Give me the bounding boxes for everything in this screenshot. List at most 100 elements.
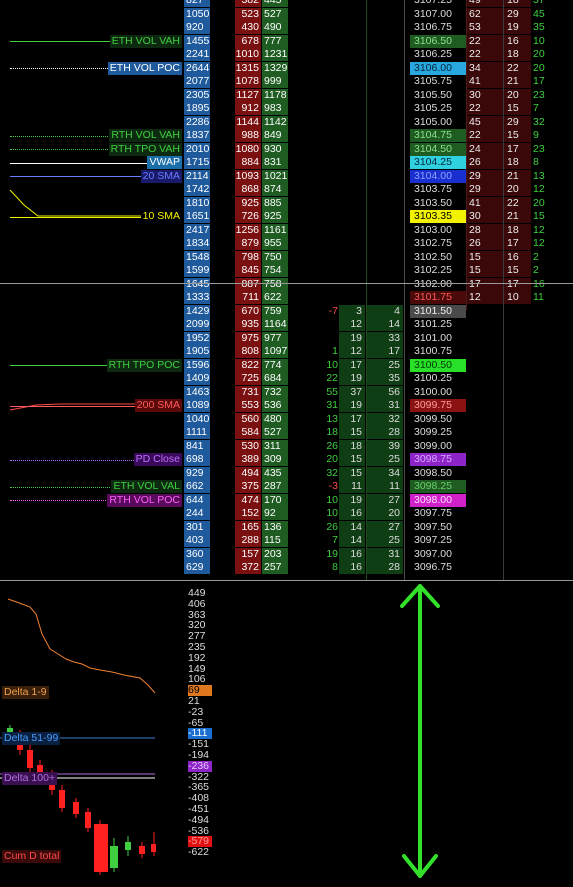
bid-size-cell[interactable]: 15 bbox=[339, 453, 365, 466]
ask-size-cell[interactable]: 25 bbox=[366, 534, 403, 547]
price-cell[interactable]: 3101.50 bbox=[410, 304, 466, 318]
bid-size-cell[interactable]: 19 bbox=[339, 399, 365, 412]
price-cell[interactable]: 3097.50 bbox=[410, 521, 466, 534]
price-cell[interactable]: 3103.35 bbox=[410, 210, 466, 223]
ask-size-cell[interactable]: 17 bbox=[366, 345, 403, 358]
price-cell[interactable]: 3099.75 bbox=[410, 399, 466, 412]
price-cell[interactable]: 3099.25 bbox=[410, 426, 466, 439]
ladder-row[interactable]: 301 165 136 3097.50 26 14 27 bbox=[0, 520, 573, 535]
price-cell[interactable]: 3100.50 bbox=[410, 358, 466, 372]
price-cell[interactable]: 3106.25 bbox=[410, 48, 466, 61]
price-cell[interactable]: 3101.00 bbox=[410, 332, 466, 345]
bid-size-cell[interactable]: 37 bbox=[339, 385, 365, 399]
bid-size-cell[interactable]: 12 bbox=[339, 318, 365, 331]
ask-size-cell[interactable]: 4 bbox=[366, 304, 403, 318]
ladder-row[interactable]: 403 288 115 3097.25 7 14 25 bbox=[0, 534, 573, 548]
stat-cell: 32 bbox=[533, 115, 545, 128]
ask-size-cell[interactable]: 31 bbox=[366, 399, 403, 412]
bid-size-cell[interactable]: 12 bbox=[339, 345, 365, 358]
ask-size-cell[interactable]: 25 bbox=[366, 358, 403, 372]
price-cell[interactable]: 3097.00 bbox=[410, 548, 466, 561]
price-cell[interactable]: 3100.00 bbox=[410, 386, 466, 399]
bid-size-cell[interactable]: 19 bbox=[339, 372, 365, 385]
delta-cell bbox=[318, 318, 338, 331]
ask-size-cell[interactable]: 28 bbox=[366, 561, 403, 574]
price-cell[interactable]: 3104.75 bbox=[410, 129, 466, 142]
ask-size-cell[interactable]: 56 bbox=[366, 385, 403, 399]
ladder-row[interactable]: 1111 584 527 3099.25 18 15 28 bbox=[0, 426, 573, 440]
ask-size-cell[interactable]: 27 bbox=[366, 493, 403, 507]
delta-cell: 19 bbox=[326, 547, 338, 560]
volume-cell: 1429 bbox=[184, 304, 210, 318]
bid-size-cell[interactable]: 16 bbox=[339, 507, 365, 520]
price-cell[interactable]: 3098.25 bbox=[410, 480, 466, 493]
bid-size-cell[interactable]: 18 bbox=[339, 439, 365, 453]
bid-size-cell[interactable]: 17 bbox=[339, 412, 365, 426]
price-cell[interactable]: 3098.50 bbox=[410, 467, 466, 480]
price-cell[interactable]: 3102.25 bbox=[410, 264, 466, 277]
price-cell[interactable]: 3096.75 bbox=[410, 561, 466, 574]
ladder-row[interactable]: 841 530 311 3099.00 26 18 39 bbox=[0, 439, 573, 454]
price-cell[interactable]: 3101.25 bbox=[410, 318, 466, 331]
price-cell[interactable]: 3098.75 bbox=[410, 453, 466, 466]
price-cell[interactable]: 3104.50 bbox=[410, 142, 466, 156]
bid-size-cell[interactable]: 14 bbox=[339, 534, 365, 547]
ladder-row[interactable]: 360 157 203 3097.00 19 16 31 bbox=[0, 547, 573, 562]
ask-size-cell[interactable]: 32 bbox=[366, 412, 403, 426]
bid-volume-cell: 375 bbox=[235, 480, 261, 493]
price-cell[interactable]: 3099.50 bbox=[410, 413, 466, 426]
ask-size-cell[interactable]: 39 bbox=[366, 439, 403, 453]
price-cell[interactable]: 3103.00 bbox=[410, 224, 466, 237]
price-cell[interactable]: 3104.00 bbox=[410, 169, 466, 183]
price-cell[interactable]: 3103.75 bbox=[410, 183, 466, 196]
bid-size-cell[interactable]: 14 bbox=[339, 520, 365, 534]
price-cell[interactable]: 3105.25 bbox=[410, 102, 466, 115]
price-cell[interactable]: 3101.75 bbox=[410, 291, 466, 304]
ask-size-cell[interactable]: 31 bbox=[366, 547, 403, 561]
price-cell[interactable]: 3102.50 bbox=[410, 251, 466, 264]
price-cell[interactable]: 3098.00 bbox=[410, 493, 466, 507]
axis-tick: -622 bbox=[188, 846, 210, 859]
bid-size-cell[interactable]: 15 bbox=[339, 466, 365, 480]
price-cell[interactable]: 3102.00 bbox=[410, 278, 466, 291]
price-cell[interactable]: 3106.75 bbox=[410, 21, 466, 34]
bid-size-cell[interactable]: 16 bbox=[339, 561, 365, 574]
ask-size-cell[interactable]: 27 bbox=[366, 520, 403, 534]
price-cell[interactable]: 3097.75 bbox=[410, 507, 466, 520]
ask-size-cell[interactable]: 33 bbox=[366, 331, 403, 345]
ladder-row[interactable]: 929 494 435 3098.50 32 15 34 bbox=[0, 466, 573, 481]
stat-cell: 29 bbox=[467, 169, 503, 183]
bid-size-cell[interactable]: 19 bbox=[339, 331, 365, 345]
price-cell[interactable]: 3100.25 bbox=[410, 372, 466, 385]
ask-size-cell[interactable]: 34 bbox=[366, 466, 403, 480]
price-cell[interactable]: 3107.00 bbox=[410, 8, 466, 21]
ask-size-cell[interactable]: 20 bbox=[366, 507, 403, 520]
bid-size-cell[interactable]: 17 bbox=[339, 358, 365, 372]
bid-size-cell[interactable]: 3 bbox=[339, 304, 365, 318]
price-cell[interactable]: 3105.00 bbox=[410, 116, 466, 129]
price-cell[interactable]: 3105.50 bbox=[410, 89, 466, 102]
price-cell[interactable]: 3106.00 bbox=[410, 61, 466, 75]
price-cell[interactable]: 3102.75 bbox=[410, 237, 466, 250]
ask-size-cell[interactable]: 28 bbox=[366, 426, 403, 439]
bid-size-cell[interactable]: 19 bbox=[339, 493, 365, 507]
price-cell[interactable]: 3106.50 bbox=[410, 34, 466, 48]
volume-cell: 1596 bbox=[184, 358, 210, 372]
ladder-row[interactable]: 629 372 257 3096.75 8 16 28 bbox=[0, 561, 573, 575]
ladder-row[interactable]: 244 152 92 3097.75 10 16 20 bbox=[0, 507, 573, 521]
ask-size-cell[interactable]: 11 bbox=[366, 480, 403, 493]
volume-cell: 929 bbox=[184, 466, 210, 480]
bid-size-cell[interactable]: 15 bbox=[339, 426, 365, 439]
price-cell[interactable]: 3103.50 bbox=[410, 197, 466, 210]
price-cell[interactable]: 3100.75 bbox=[410, 345, 466, 358]
ask-size-cell[interactable]: 25 bbox=[366, 453, 403, 466]
price-cell[interactable]: 3105.75 bbox=[410, 75, 466, 88]
ask-size-cell[interactable]: 14 bbox=[366, 318, 403, 331]
price-cell[interactable]: 3097.25 bbox=[410, 534, 466, 547]
price-cell[interactable]: 3099.00 bbox=[410, 440, 466, 453]
bid-size-cell[interactable]: 11 bbox=[339, 480, 365, 493]
price-cell[interactable]: 3107.25 bbox=[410, 0, 466, 7]
price-cell[interactable]: 3104.25 bbox=[410, 156, 466, 169]
ask-size-cell[interactable]: 35 bbox=[366, 372, 403, 385]
bid-size-cell[interactable]: 16 bbox=[339, 547, 365, 561]
